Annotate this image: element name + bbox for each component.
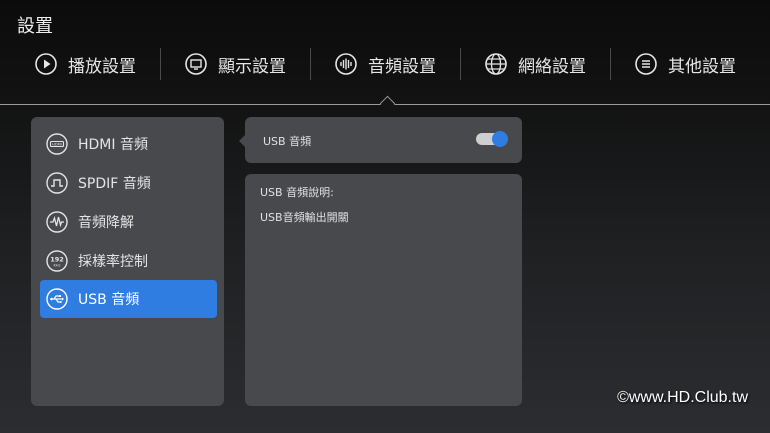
display-icon [184,52,208,76]
usb-audio-setting-row[interactable]: USB 音頻 [239,117,522,163]
tab-display-settings[interactable]: 顯示設置 [160,44,310,84]
sample-rate-192-icon: 192 KHz [46,250,68,272]
tab-label: 顯示設置 [218,56,286,77]
sidebar-item-label: SPDIF 音頻 [78,176,151,192]
tab-label: 其他設置 [668,56,736,77]
svg-text:HDMI: HDMI [52,143,62,147]
audio-wave-icon [334,52,358,76]
tab-audio-settings[interactable]: 音頻設置 [310,44,460,84]
tab-label: 播放設置 [68,56,136,77]
watermark: ©www.HD.Club.tw [617,389,748,406]
description-body: USB音頻輸出開關 [260,211,349,224]
usb-audio-label: USB 音頻 [263,135,312,148]
sidebar-item-hdmi-audio[interactable]: HDMI HDMI 音頻 [40,125,217,163]
sidebar-item-usb-audio[interactable]: USB 音頻 [40,280,217,318]
tab-network-settings[interactable]: 網絡設置 [460,44,610,84]
sidebar-item-label: HDMI 音頻 [78,137,148,153]
tab-label: 網絡設置 [518,56,586,77]
svg-text:192: 192 [50,256,64,264]
description-title: USB 音頻說明: [260,186,334,199]
active-tab-pointer [379,95,396,112]
usb-audio-toggle[interactable] [476,131,508,147]
sidebar-item-audio-downmix[interactable]: 音頻降解 [40,203,217,241]
tab-playback-settings[interactable]: 播放設置 [10,44,160,84]
audio-sidebar: HDMI HDMI 音頻 SPDIF 音頻 音頻降解 192 KHz 採樣率控制 … [31,117,224,406]
play-icon [34,52,58,76]
tab-other-settings[interactable]: 其他設置 [610,44,760,84]
svg-text:KHz: KHz [54,264,61,268]
page-title: 設置 [17,16,53,37]
description-panel: USB 音頻說明: USB音頻輸出開關 [245,174,522,406]
hdmi-icon: HDMI [46,133,68,155]
globe-icon [484,52,508,76]
sidebar-item-sample-rate-control[interactable]: 192 KHz 採樣率控制 [40,242,217,280]
top-tab-bar: 播放設置 顯示設置 音頻設置 網絡設置 其他設置 [10,44,760,84]
toggle-knob [492,131,508,147]
sidebar-item-label: 採樣率控制 [78,254,148,270]
sidebar-item-spdif-audio[interactable]: SPDIF 音頻 [40,164,217,202]
sidebar-item-label: USB 音頻 [78,292,140,308]
menu-icon [634,52,658,76]
waveform-icon [46,211,68,233]
tab-label: 音頻設置 [368,56,436,77]
spdif-icon [46,172,68,194]
usb-icon [46,288,68,310]
sidebar-item-label: 音頻降解 [78,215,134,231]
